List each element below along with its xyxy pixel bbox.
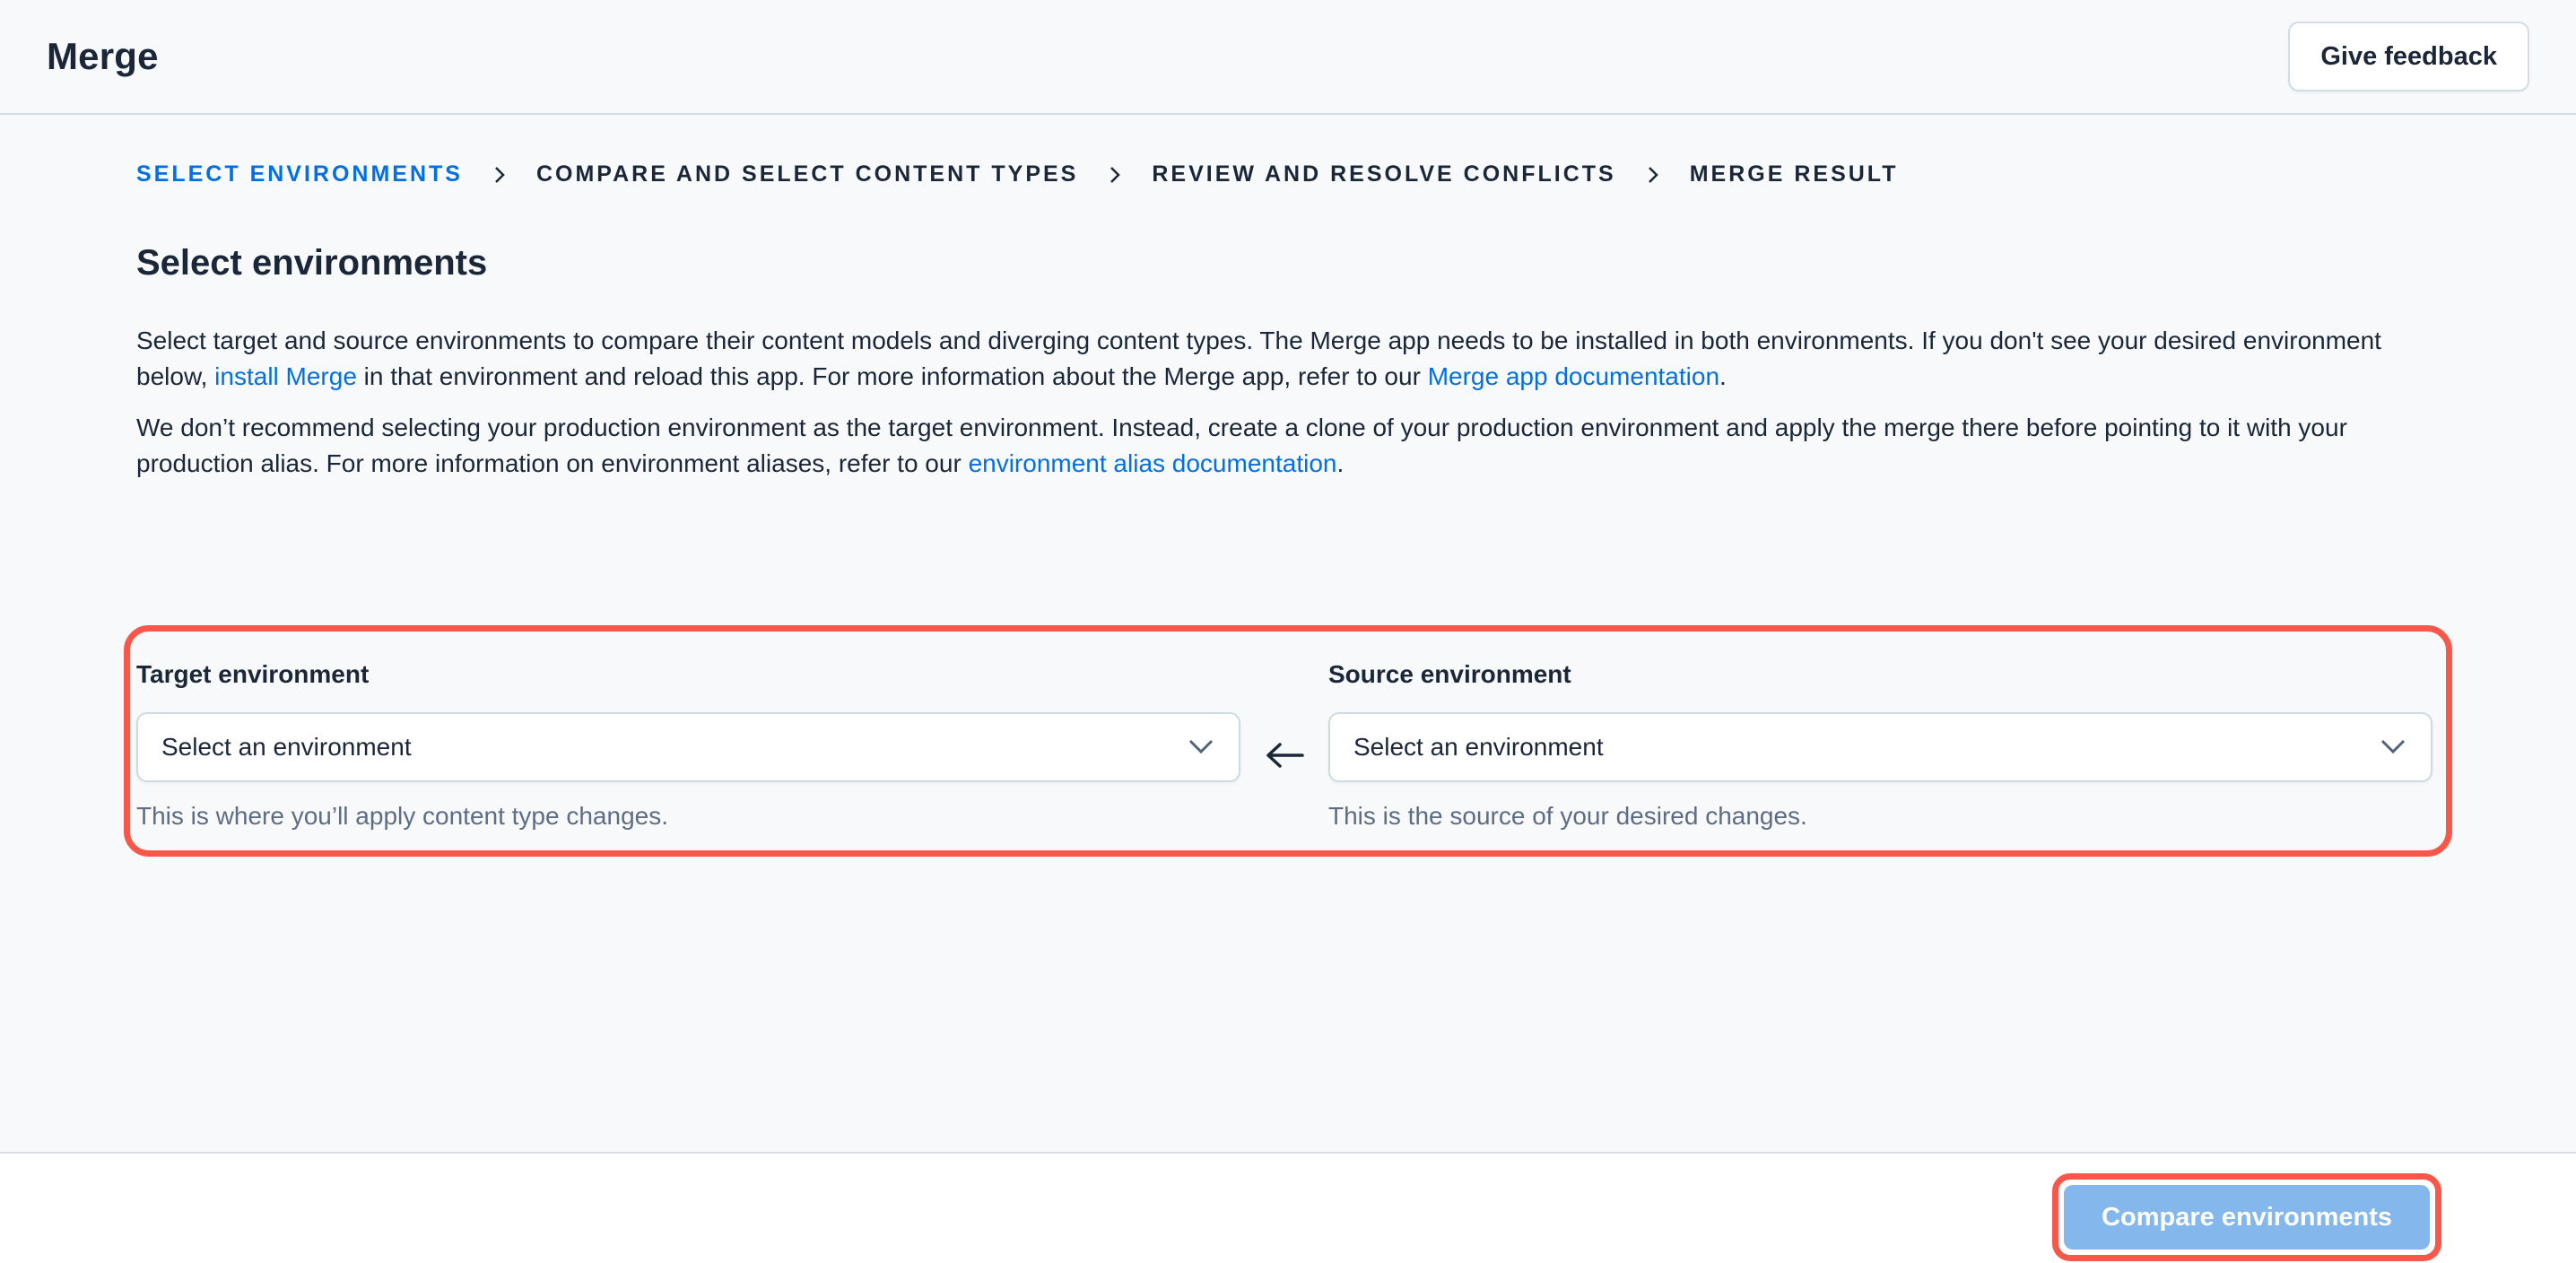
stepper: Select environments Compare and select c… <box>136 161 2440 187</box>
source-environment-field: Source environment Select an environment… <box>1328 655 2432 831</box>
target-environment-field: Target environment Select an environment… <box>136 655 1240 831</box>
source-environment-label: Source environment <box>1328 660 2432 689</box>
source-environment-select[interactable]: Select an environment <box>1328 712 2432 782</box>
target-environment-helper: This is where you’ll apply content type … <box>136 802 1240 831</box>
step-compare-content-types: Compare and select content types <box>536 161 1078 187</box>
chevron-right-icon <box>1105 165 1125 185</box>
target-environment-select-value: Select an environment <box>161 733 412 762</box>
app-header: Merge Give feedback <box>0 0 2576 115</box>
page-title: Select environments <box>136 243 2440 283</box>
chevron-right-icon <box>1643 165 1663 185</box>
compare-environments-button[interactable]: Compare environments <box>2064 1185 2430 1250</box>
intro-text: in that environment and reload this app.… <box>357 362 1428 390</box>
step-review-conflicts: Review and resolve conflicts <box>1152 161 1615 187</box>
recommendation-paragraph: We don’t recommend selecting your produc… <box>136 410 2440 482</box>
intro-text: . <box>1719 362 1727 390</box>
chevron-down-icon <box>2380 739 2406 755</box>
environment-selection-highlight: Target environment Select an environment… <box>124 625 2452 857</box>
merge-app-documentation-link[interactable]: Merge app documentation <box>1428 362 1719 390</box>
footer-action-bar: Compare environments <box>0 1152 2576 1263</box>
merge-direction-arrow <box>1240 740 1328 771</box>
environment-alias-documentation-link[interactable]: environment alias documentation <box>969 449 1337 477</box>
give-feedback-button[interactable]: Give feedback <box>2288 22 2529 91</box>
arrow-left-icon <box>1263 740 1306 771</box>
recommendation-text: . <box>1336 449 1344 477</box>
merge-app: Merge Give feedback Select environments … <box>0 0 2576 1263</box>
step-select-environments[interactable]: Select environments <box>136 161 463 187</box>
app-title: Merge <box>47 35 159 78</box>
install-merge-link[interactable]: install Merge <box>214 362 357 390</box>
compare-button-highlight: Compare environments <box>2052 1173 2441 1261</box>
target-environment-select[interactable]: Select an environment <box>136 712 1240 782</box>
chevron-right-icon <box>490 165 509 185</box>
source-environment-select-value: Select an environment <box>1353 733 1604 762</box>
target-environment-label: Target environment <box>136 660 1240 689</box>
intro-paragraph: Select target and source environments to… <box>136 323 2440 395</box>
step-merge-result: Merge result <box>1690 161 1899 187</box>
main-content: Select environments Compare and select c… <box>0 115 2576 1152</box>
source-environment-helper: This is the source of your desired chang… <box>1328 802 2432 831</box>
chevron-down-icon <box>1188 739 1214 755</box>
